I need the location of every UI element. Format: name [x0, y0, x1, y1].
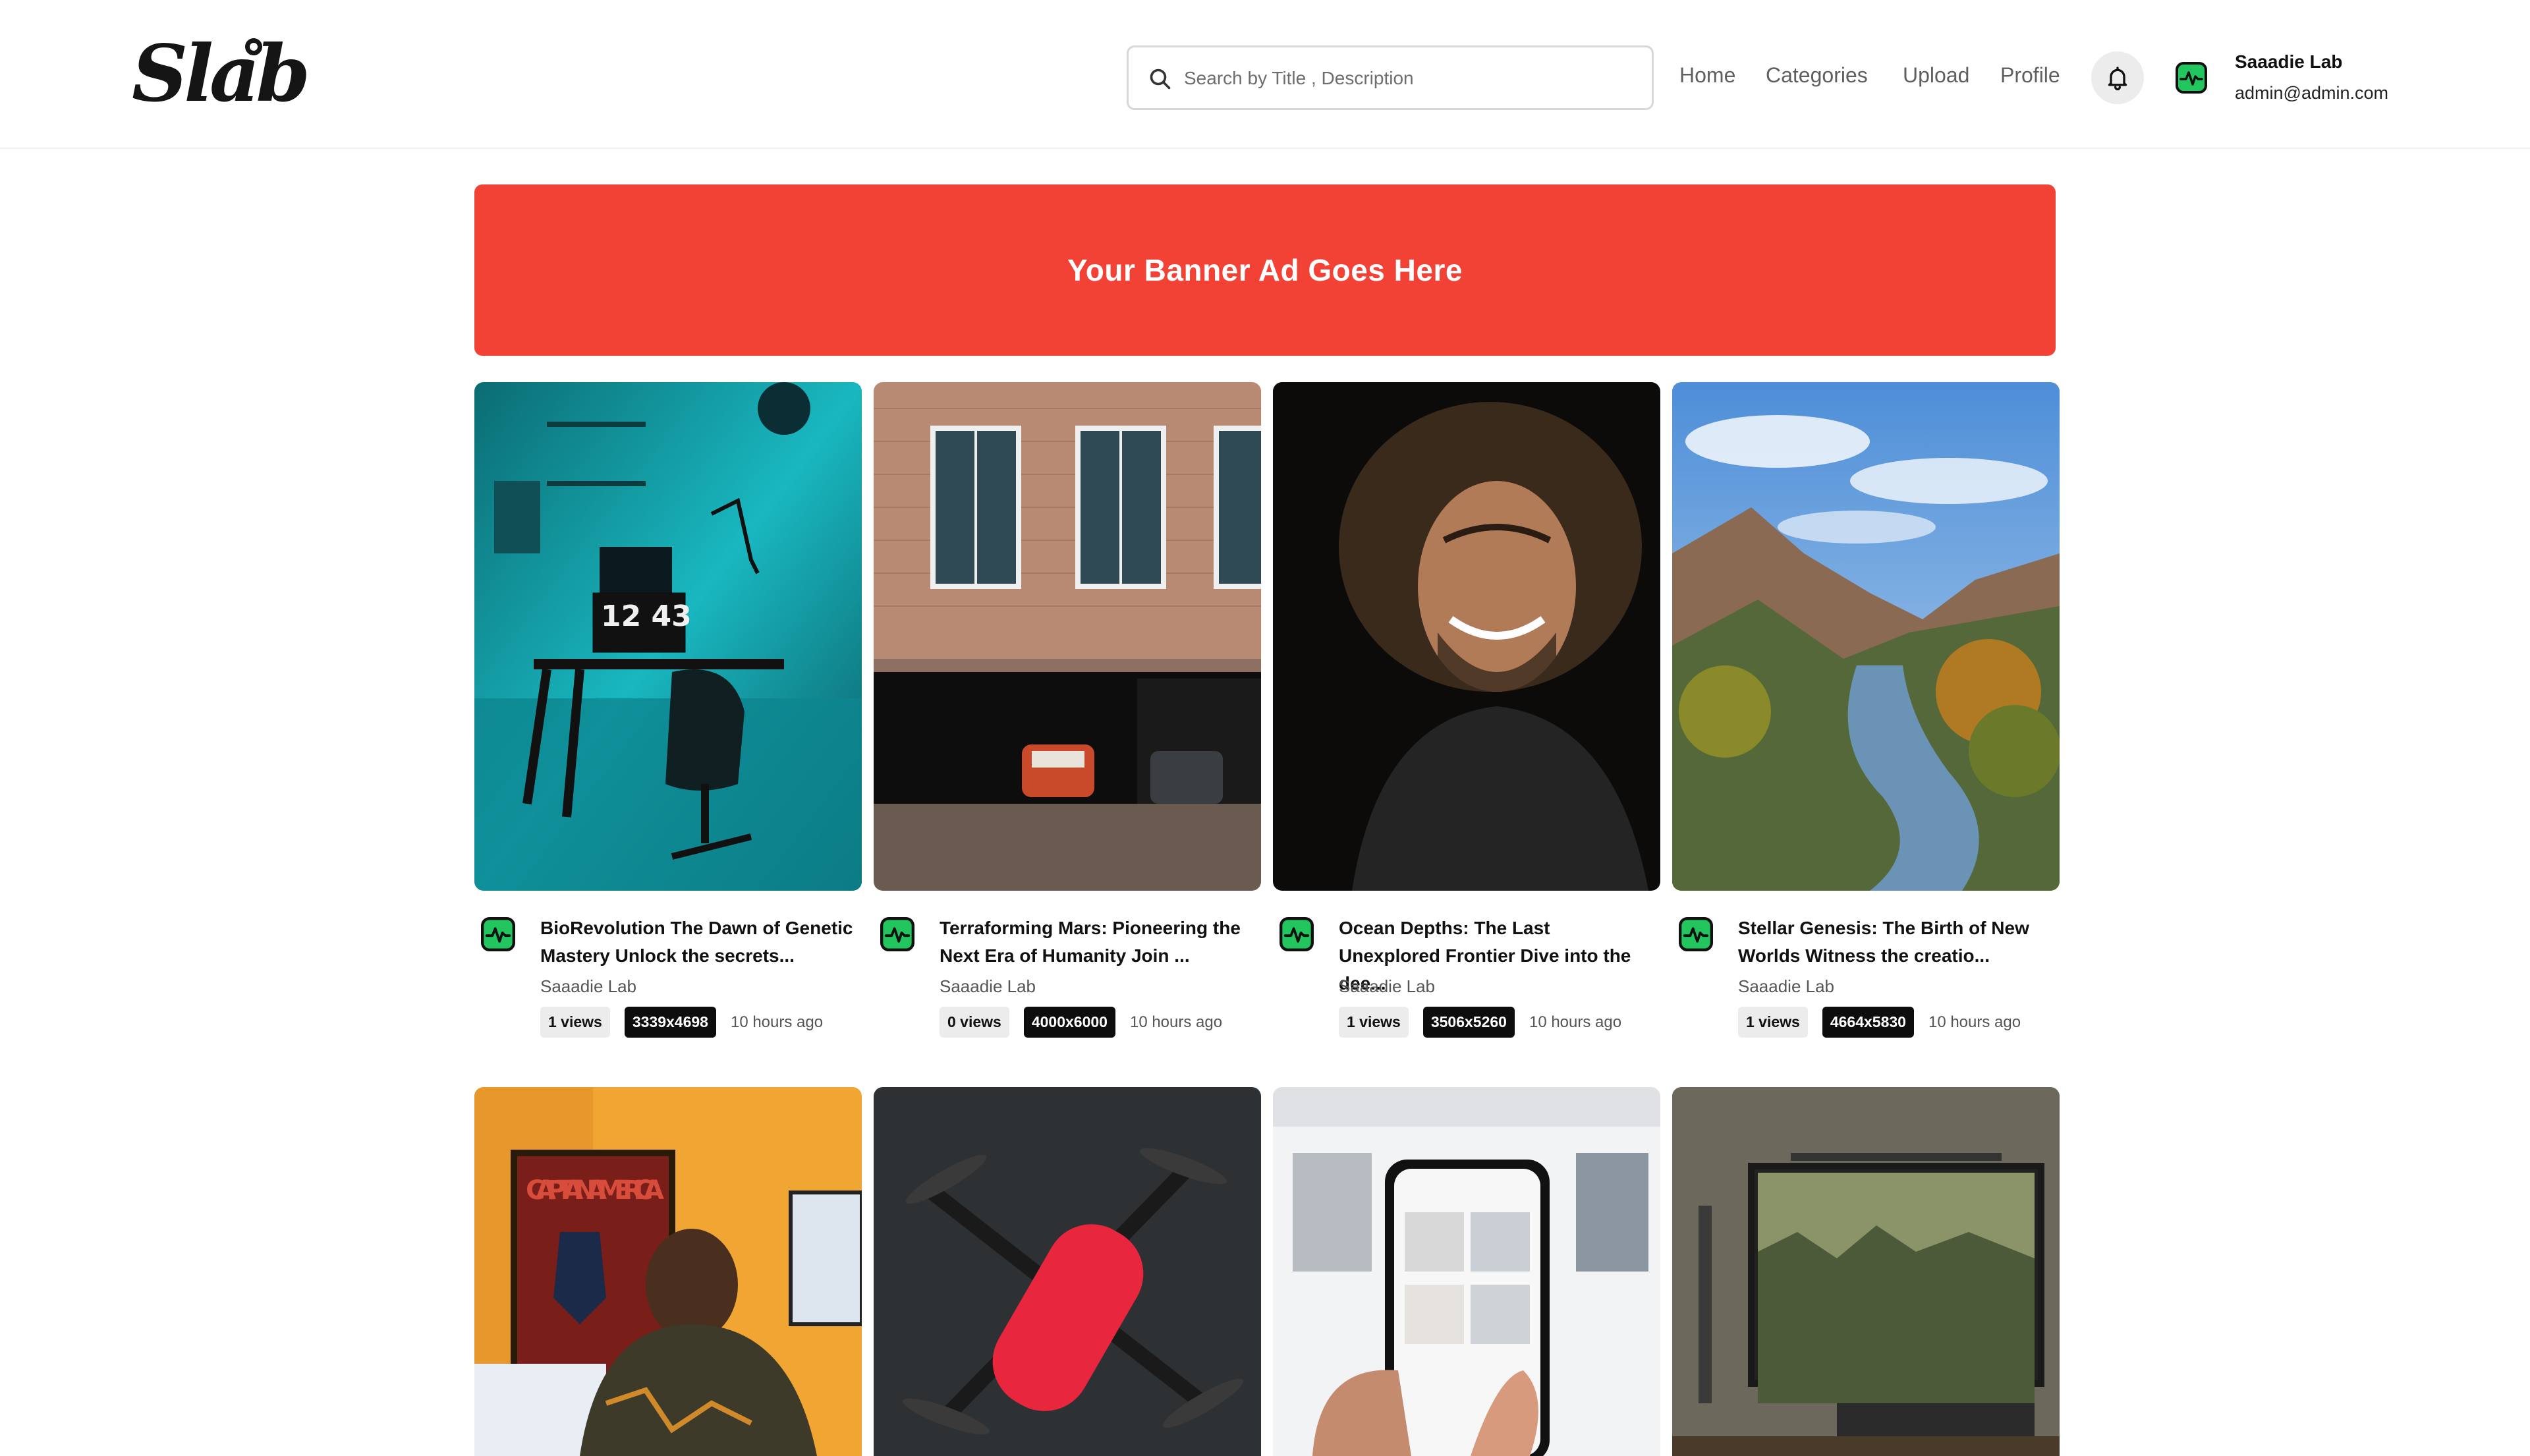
photo-thumbnail[interactable]: 12 43 [474, 382, 862, 891]
views-badge: 1 views [540, 1007, 610, 1038]
search-bar[interactable] [1127, 45, 1654, 110]
site-logo[interactable]: Slab [132, 34, 310, 113]
top-header: Slab Home Categories Upload Profile Saaa… [0, 0, 2530, 149]
card-badges: 0 views 4000x6000 10 hours ago [940, 1007, 1222, 1038]
notifications-button[interactable] [2091, 51, 2144, 104]
portrait-photo [1273, 382, 1660, 891]
card-badges: 1 views 3506x5260 10 hours ago [1339, 1007, 1621, 1038]
views-badge: 0 views [940, 1007, 1009, 1038]
monitor-desk-photo [1672, 1087, 2060, 1456]
card-badges: 1 views 3339x4698 10 hours ago [540, 1007, 823, 1038]
logo-dot [245, 38, 262, 55]
nav-profile-link[interactable]: Profile [2000, 63, 2060, 88]
card-meta: Ocean Depths: The Last Unexplored Fronti… [1273, 891, 1660, 1055]
nav-home-link[interactable]: Home [1679, 63, 1735, 88]
card-author[interactable]: Saaadie Lab [1738, 976, 1834, 997]
resolution-badge: 4000x6000 [1023, 1007, 1115, 1038]
author-avatar-icon[interactable] [1279, 917, 1314, 951]
photo-thumbnail[interactable] [1672, 1087, 2060, 1456]
author-avatar-icon[interactable] [880, 917, 914, 951]
time-label: 10 hours ago [1529, 1013, 1622, 1031]
photo-thumbnail[interactable] [1273, 1087, 1660, 1456]
photo-card[interactable]: Terraforming Mars: Pioneering the Next E… [874, 382, 1261, 1055]
photo-card[interactable]: Ocean Depths: The Last Unexplored Fronti… [1273, 382, 1660, 1055]
time-label: 10 hours ago [1129, 1013, 1223, 1031]
time-label: 10 hours ago [730, 1013, 824, 1031]
photo-card[interactable]: 12 43 BioRevolution The Dawn of Genetic … [474, 382, 862, 1055]
poster-caption-text: CAPTAIN AMERICA [526, 1175, 664, 1206]
card-meta: Terraforming Mars: Pioneering the Next E… [874, 891, 1261, 1055]
resolution-badge: 3506x5260 [1422, 1007, 1515, 1038]
red-drone-photo [874, 1087, 1261, 1456]
clock-display-text: 12 43 [601, 600, 692, 633]
card-meta: BioRevolution The Dawn of Genetic Master… [474, 891, 862, 1055]
user-avatar-icon[interactable] [2176, 62, 2207, 94]
logo-text: Slab [132, 28, 310, 119]
photo-card[interactable]: Stellar Genesis: The Birth of New Worlds… [1672, 382, 2060, 1055]
photo-thumbnail[interactable]: CAPTAIN AMERICA [474, 1087, 862, 1456]
resolution-badge: 4664x5830 [1822, 1007, 1914, 1038]
time-label: 10 hours ago [1928, 1013, 2021, 1031]
card-title[interactable]: BioRevolution The Dawn of Genetic Master… [540, 914, 857, 970]
photo-card[interactable] [1672, 1087, 2060, 1456]
photo-thumbnail[interactable] [1273, 382, 1660, 891]
user-email: admin@admin.com [2235, 83, 2388, 103]
search-input[interactable] [1184, 59, 1639, 98]
author-avatar-icon[interactable] [481, 917, 515, 951]
views-badge: 1 views [1738, 1007, 1808, 1038]
workstation-poster-photo: CAPTAIN AMERICA [474, 1087, 862, 1456]
desk-setup-photo: 12 43 [474, 382, 862, 891]
photo-thumbnail[interactable] [874, 1087, 1261, 1456]
card-author[interactable]: Saaadie Lab [940, 976, 1036, 997]
card-title[interactable]: Terraforming Mars: Pioneering the Next E… [940, 914, 1256, 970]
photo-card[interactable] [1273, 1087, 1660, 1456]
user-name[interactable]: Saaadie Lab [2235, 51, 2342, 72]
photo-thumbnail[interactable] [1672, 382, 2060, 891]
photo-thumbnail[interactable] [874, 382, 1261, 891]
photo-card[interactable]: CAPTAIN AMERICA [474, 1087, 862, 1456]
photo-card[interactable] [874, 1087, 1261, 1456]
banner-ad[interactable]: Your Banner Ad Goes Here [474, 184, 2056, 356]
card-badges: 1 views 4664x5830 10 hours ago [1738, 1007, 2021, 1038]
card-meta: Stellar Genesis: The Birth of New Worlds… [1672, 891, 2060, 1055]
nav-categories-link[interactable]: Categories [1766, 63, 1868, 88]
resolution-badge: 3339x4698 [624, 1007, 716, 1038]
card-author[interactable]: Saaadie Lab [540, 976, 636, 997]
card-title[interactable]: Stellar Genesis: The Birth of New Worlds… [1738, 914, 2054, 970]
bell-icon [2108, 67, 2127, 91]
card-author[interactable]: Saaadie Lab [1339, 976, 1435, 997]
author-avatar-icon[interactable] [1679, 917, 1713, 951]
garage-building-photo [874, 382, 1261, 891]
phone-in-hand-photo [1273, 1087, 1660, 1456]
search-icon [1150, 69, 1171, 90]
views-badge: 1 views [1339, 1007, 1409, 1038]
nav-upload-link[interactable]: Upload [1903, 63, 1969, 88]
banner-ad-text: Your Banner Ad Goes Here [1067, 253, 1463, 287]
canyon-river-photo [1672, 382, 2060, 891]
